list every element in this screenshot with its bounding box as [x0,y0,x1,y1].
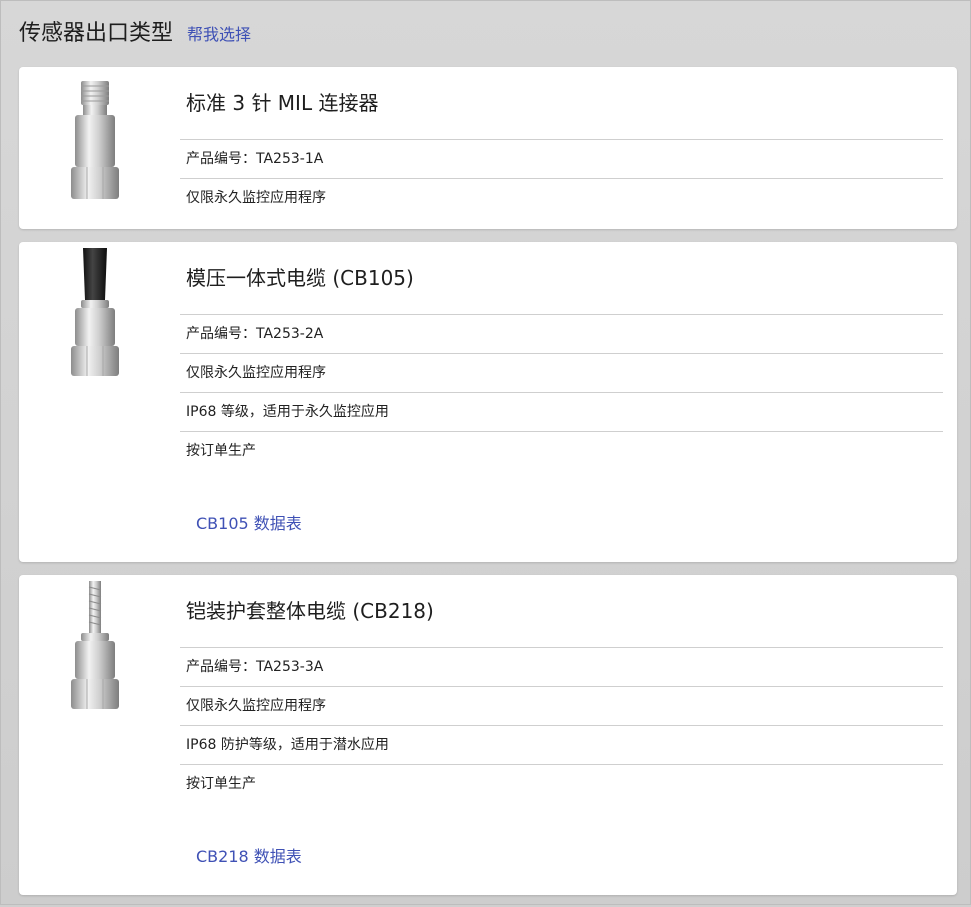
card-details: 铠装护套整体电缆 (CB218) 产品编号：TA253-3A 仅限永久监控应用程… [180,575,943,803]
card-details: 模压一体式电缆 (CB105) 产品编号：TA253-2A 仅限永久监控应用程序… [180,242,943,470]
panel-header: 传感器出口类型 帮我选择 [19,15,251,55]
product-number: 产品编号：TA253-2A [180,314,943,353]
outlet-type-panel: 传感器出口类型 帮我选择 标准 3 针 MIL 连接器 产品编号：TA253-1… [0,0,971,905]
card-detail-row: 仅限永久监控应用程序 [180,353,943,392]
sensor-armored-cable-image [59,581,131,711]
cb105-datasheet-link[interactable]: CB105 数据表 [196,510,302,534]
sensor-mil-connector-image [59,79,131,203]
card-detail-row: IP68 防护等级，适用于潜水应用 [180,725,943,764]
option-card-molded-cable[interactable]: 模压一体式电缆 (CB105) 产品编号：TA253-2A 仅限永久监控应用程序… [19,242,957,562]
card-title: 标准 3 针 MIL 连接器 [186,91,379,115]
card-detail-row: 仅限永久监控应用程序 [180,686,943,725]
card-detail-row: 仅限永久监控应用程序 [180,178,943,217]
card-detail-row: 按订单生产 [180,764,943,803]
option-card-armored-cable[interactable]: 铠装护套整体电缆 (CB218) 产品编号：TA253-3A 仅限永久监控应用程… [19,575,957,895]
option-card-mil-connector[interactable]: 标准 3 针 MIL 连接器 产品编号：TA253-1A 仅限永久监控应用程序 [19,67,957,229]
card-title: 铠装护套整体电缆 (CB218) [186,599,434,623]
card-detail-row: IP68 等级，适用于永久监控应用 [180,392,943,431]
cb218-datasheet-link[interactable]: CB218 数据表 [196,843,302,867]
card-details: 标准 3 针 MIL 连接器 产品编号：TA253-1A 仅限永久监控应用程序 [180,67,943,217]
product-number: 产品编号：TA253-3A [180,647,943,686]
page-title: 传感器出口类型 [19,21,174,46]
card-title: 模压一体式电缆 (CB105) [186,266,414,290]
sensor-molded-cable-image [59,248,131,378]
help-me-choose-link[interactable]: 帮我选择 [187,21,251,45]
product-number: 产品编号：TA253-1A [180,139,943,178]
card-detail-row: 按订单生产 [180,431,943,470]
